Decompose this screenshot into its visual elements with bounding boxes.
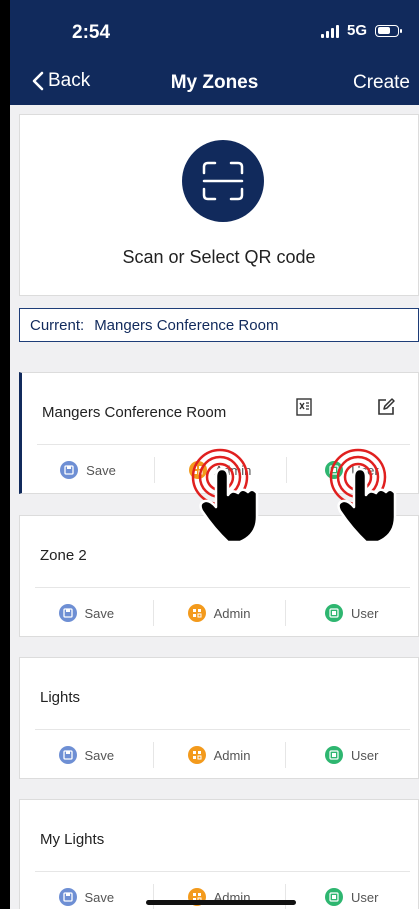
- zone-card[interactable]: Lights Save Admin User: [19, 657, 419, 779]
- admin-label: Admin: [213, 605, 251, 621]
- admin-button[interactable]: Admin: [152, 588, 286, 638]
- user-button[interactable]: User: [285, 588, 418, 638]
- save-label: Save: [84, 747, 115, 763]
- save-button[interactable]: Save: [20, 872, 153, 909]
- status-indicators: 5G: [320, 22, 402, 39]
- scan-label: Scan or Select QR code: [122, 247, 316, 267]
- network-label: 5G: [346, 22, 367, 39]
- zone-name: Zone 2: [40, 547, 87, 564]
- admin-label: Admin: [213, 747, 251, 763]
- zone-name: Lights: [40, 689, 81, 706]
- user-qr-icon: [324, 604, 343, 622]
- save-icon: [60, 461, 79, 479]
- save-icon: [58, 888, 77, 906]
- zone-name: My Lights: [40, 831, 105, 848]
- save-label: Save: [84, 605, 115, 621]
- create-button[interactable]: Create: [353, 72, 410, 94]
- save-button[interactable]: Save: [22, 445, 154, 495]
- zone-tools: [294, 397, 396, 417]
- save-button[interactable]: Save: [20, 730, 153, 780]
- user-label: User: [350, 889, 379, 905]
- current-zone-bar: Current: Mangers Conference Room: [19, 308, 419, 342]
- user-qr-icon: [324, 888, 343, 906]
- save-label: Save: [86, 462, 116, 478]
- app-header: 2:54 5G Back My Zones Create: [10, 0, 419, 105]
- current-label: Current:: [30, 316, 85, 334]
- zone-name: Mangers Conference Room: [42, 404, 227, 421]
- user-label: User: [350, 605, 379, 621]
- user-button[interactable]: User: [285, 872, 418, 909]
- zone-actions: Save Admin User: [20, 730, 418, 780]
- save-icon: [58, 746, 77, 764]
- admin-qr-icon: [187, 604, 206, 622]
- excel-export-icon[interactable]: [294, 397, 314, 417]
- zone-actions: Save Admin User: [20, 588, 418, 638]
- user-label: User: [350, 747, 379, 763]
- battery-icon: [375, 24, 402, 37]
- scan-icon: [202, 161, 244, 201]
- current-zone-value: Mangers Conference Room: [94, 316, 279, 334]
- save-label: Save: [84, 889, 115, 905]
- save-button[interactable]: Save: [20, 588, 153, 638]
- device-edge: [0, 0, 10, 909]
- user-qr-icon: [324, 746, 343, 764]
- scan-qr-button[interactable]: [182, 140, 264, 222]
- tap-gesture-icon: [328, 447, 408, 547]
- save-icon: [58, 604, 77, 622]
- home-indicator[interactable]: [146, 900, 296, 905]
- tap-gesture-icon: [190, 447, 270, 547]
- user-button[interactable]: User: [285, 730, 418, 780]
- edit-icon[interactable]: [376, 397, 396, 417]
- admin-button[interactable]: Admin: [152, 730, 286, 780]
- status-time: 2:54: [72, 22, 111, 43]
- signal-icon: [320, 24, 339, 38]
- app-screen: 2:54 5G Back My Zones Create Scan or Sel…: [0, 0, 419, 909]
- zone-card[interactable]: My Lights Save Admin User: [19, 799, 419, 909]
- admin-qr-icon: [187, 746, 206, 764]
- scan-card[interactable]: Scan or Select QR code: [19, 114, 419, 296]
